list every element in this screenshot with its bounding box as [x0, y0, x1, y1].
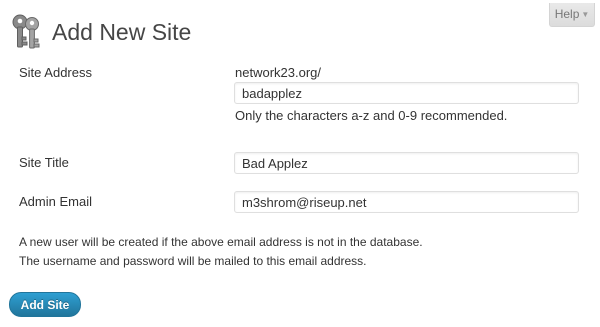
sites-keys-icon	[9, 13, 43, 51]
site-address-hint: Only the characters a-z and 0-9 recommen…	[235, 108, 508, 123]
new-user-note: A new user will be created if the above …	[19, 235, 423, 249]
chevron-down-icon: ▼	[581, 10, 590, 19]
site-address-input[interactable]	[234, 82, 579, 104]
add-site-button[interactable]: Add Site	[9, 292, 81, 317]
site-domain-suffix: network23.org/	[235, 65, 321, 80]
admin-email-input[interactable]	[234, 191, 579, 213]
help-label: Help	[554, 7, 580, 21]
mail-note: The username and password will be mailed…	[19, 254, 367, 268]
admin-email-label: Admin Email	[19, 194, 92, 209]
site-title-label: Site Title	[19, 155, 69, 170]
help-tab[interactable]: Help ▼	[549, 3, 595, 27]
site-title-input[interactable]	[234, 152, 579, 174]
page-title: Add New Site	[52, 19, 192, 45]
site-address-label: Site Address	[19, 65, 92, 80]
